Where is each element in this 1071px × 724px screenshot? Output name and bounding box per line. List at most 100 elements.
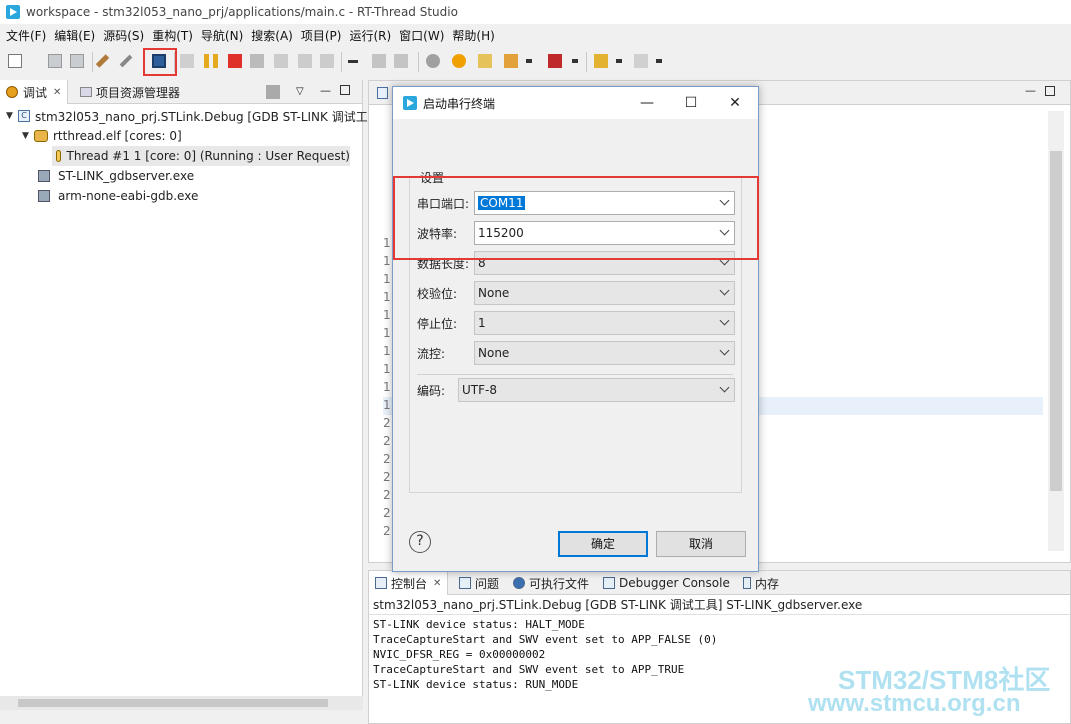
help-icon[interactable]: ? [409,531,431,553]
close-icon[interactable]: ✕ [725,93,745,113]
serial-terminal-dialog: 启动串行终端 — ☐ ✕ 设置 串口端口: COM11 波特率: 115200 … [392,86,759,572]
disconnect-icon[interactable] [250,54,264,68]
debug-star-icon[interactable] [452,54,466,68]
menu-refactor[interactable]: 重构(T) [148,27,197,44]
step-over-icon[interactable] [298,54,312,68]
flow-control-label: 流控: [417,346,446,361]
instruction-step-icon[interactable] [348,60,358,63]
menu-window[interactable]: 窗口(W) [395,27,448,44]
save-icon[interactable] [48,54,62,68]
minimize-icon[interactable]: — [320,84,331,97]
forward-arrow-icon[interactable] [634,54,648,68]
console-line: ST-LINK device status: HALT_MODE [373,618,585,631]
executable-icon [38,190,50,202]
line-number: 1 [383,344,391,358]
menu-file[interactable]: 文件(F) [2,27,50,44]
scrollbar-thumb[interactable] [18,699,328,707]
maximize-icon[interactable] [1045,86,1055,96]
line-number: 1 [383,380,391,394]
stop-bits-row: 停止位: [417,311,473,335]
cancel-button[interactable]: 取消 [656,531,746,557]
minimize-icon[interactable]: — [1025,84,1036,97]
stop-bits-select[interactable]: 1 [474,311,735,335]
open-folder-icon[interactable] [478,54,492,68]
suspend-icon[interactable] [204,54,218,68]
tab-console-label: 控制台 [391,576,428,591]
flow-control-value: None [478,346,510,360]
close-icon[interactable]: ✕ [53,87,61,98]
back-arrow-icon[interactable] [594,54,608,68]
tree-item-thread[interactable]: Thread #1 1 [core: 0] (Running : User Re… [52,146,350,166]
ok-button[interactable]: 确定 [558,531,648,557]
tab-console[interactable]: 控制台 ✕ [369,571,449,595]
use-step-filters-icon[interactable] [372,54,386,68]
expand-arrow-icon[interactable]: ▼ [6,111,18,121]
dropdown-arrow-icon[interactable] [656,59,662,63]
resume-icon[interactable] [180,54,194,68]
menu-source[interactable]: 源码(S) [99,27,148,44]
reset-icon[interactable] [394,54,408,68]
tree-item-label: Thread #1 1 [core: 0] (Running : User Re… [66,149,350,163]
maximize-icon[interactable] [340,85,350,95]
menu-navigate[interactable]: 导航(N) [197,27,247,44]
new-icon[interactable] [8,54,22,68]
encoding-select[interactable]: UTF-8 [458,378,735,402]
step-into-icon[interactable] [274,54,288,68]
dropdown-arrow-icon[interactable] [526,59,532,63]
tab-debugger-console[interactable]: Debugger Console [603,571,730,595]
menu-search[interactable]: 搜索(A) [247,27,297,44]
step-return-icon[interactable] [320,54,334,68]
debug-view-tabs: 调试 ✕ 项目资源管理器 ▽ — [0,80,362,104]
vertical-scrollbar[interactable] [1048,111,1064,551]
c-launch-icon: C [18,110,30,122]
parity-select[interactable]: None [474,281,735,305]
remove-terminated-icon[interactable] [266,85,280,99]
tree-item-debug-session[interactable]: ▼ C stm32l053_nano_prj.STLink.Debug [GDB… [6,106,368,126]
c-file-icon [377,87,388,99]
serial-terminal-highlight [143,48,177,76]
expand-arrow-icon[interactable]: ▼ [22,131,34,141]
launch-rocket-icon[interactable] [504,54,518,68]
tree-item-gdbserver[interactable]: ST-LINK_gdbserver.exe [38,166,194,186]
scrollbar-thumb[interactable] [1050,151,1062,491]
save-all-icon[interactable] [70,54,84,68]
terminate-icon[interactable] [228,54,242,68]
tree-item-elf[interactable]: ▼ rtthread.elf [cores: 0] [22,126,182,146]
chevron-down-icon[interactable] [719,315,730,326]
tab-problems[interactable]: 问题 [459,571,499,595]
tree-item-gdb[interactable]: arm-none-eabi-gdb.exe [38,186,198,206]
parity-label: 校验位: [417,286,458,301]
build-hammer-icon[interactable] [95,54,110,68]
tab-project-explorer[interactable]: 项目资源管理器 [80,80,180,104]
menu-help[interactable]: 帮助(H) [448,27,498,44]
menu-project[interactable]: 项目(P) [297,27,346,44]
chevron-down-icon[interactable] [719,382,730,393]
tree-item-label: rtthread.elf [cores: 0] [53,129,182,143]
dropdown-arrow-icon[interactable] [572,59,578,63]
toolbar-separator [586,52,587,72]
minimize-icon[interactable]: — [637,93,657,113]
menu-edit[interactable]: 编辑(E) [50,27,99,44]
toolbar-separator [341,52,342,72]
tab-executables[interactable]: 可执行文件 [513,571,589,595]
chevron-down-icon[interactable] [719,345,730,356]
debug-bug-icon[interactable] [426,54,440,68]
close-icon[interactable]: ✕ [433,578,441,589]
console-icon [375,577,387,589]
tab-debug-label: 调试 [23,85,48,100]
chevron-down-icon[interactable] [719,285,730,296]
settings-wrench-icon[interactable] [119,54,133,68]
toolbar-separator [92,52,93,72]
horizontal-scrollbar[interactable] [0,696,363,710]
tab-debug[interactable]: 调试 ✕ [0,80,69,104]
line-number: 2 [383,416,391,430]
menu-run[interactable]: 运行(R) [345,27,395,44]
maximize-icon[interactable]: ☐ [681,93,701,113]
view-menu-icon[interactable]: ▽ [296,86,304,97]
line-number: 1 [383,290,391,304]
dropdown-arrow-icon[interactable] [616,59,622,63]
line-number: 2 [383,452,391,466]
download-icon[interactable] [548,54,562,68]
flow-control-select[interactable]: None [474,341,735,365]
tab-memory[interactable]: 内存 [743,571,779,595]
